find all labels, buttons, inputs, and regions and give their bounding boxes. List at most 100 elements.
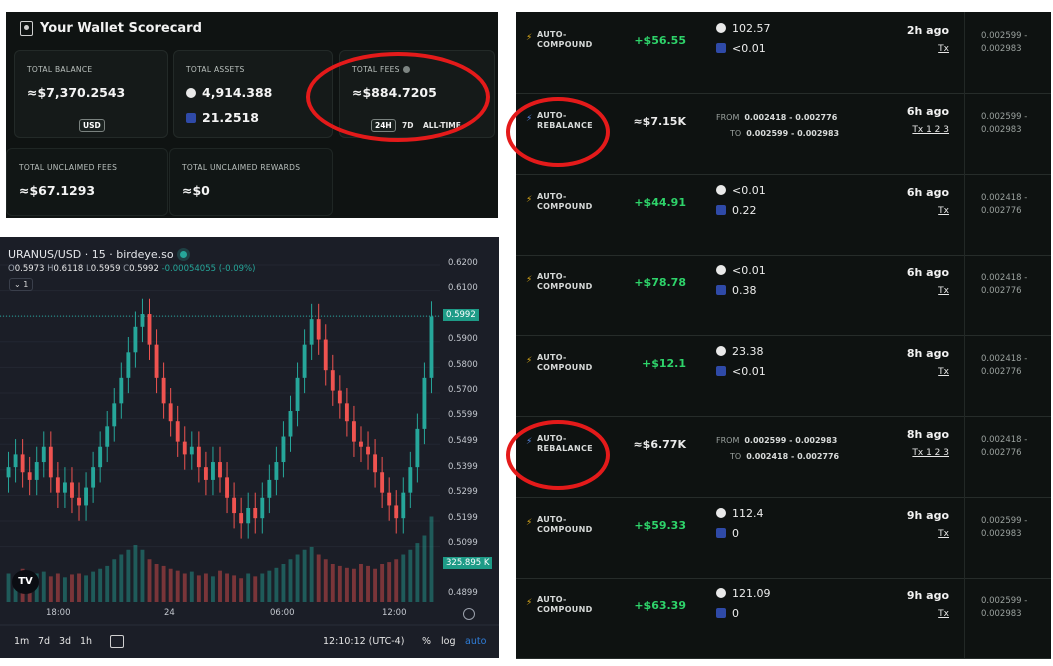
volume-bar (55, 573, 60, 602)
candle-body (133, 326, 138, 353)
volume-bar (196, 575, 201, 602)
candle-body (253, 507, 258, 519)
candle-body (394, 505, 399, 519)
volume-bar (316, 554, 321, 602)
range-from: FROM 0.002418 - 0.002776 (716, 113, 838, 122)
price-range: 0.002418 -0.002776 (981, 273, 1028, 296)
volume-bar (253, 576, 258, 602)
activity-row: ⚡ AUTO- COMPOUND +$78.78 <0.01 0.38 6h ago Tx 0… (516, 254, 1051, 336)
candle-body (295, 377, 300, 412)
token-amount-1: 23.38 (716, 345, 764, 358)
candle-body (323, 339, 328, 371)
activity-row: ⚡ AUTO- COMPOUND +$44.91 <0.01 0.22 6h ago Tx 0… (516, 174, 1051, 256)
tx-link[interactable]: Tx 1 2 3 (912, 448, 949, 458)
settings-gear-icon[interactable] (463, 608, 475, 620)
activity-type: AUTO- COMPOUND (537, 353, 593, 372)
highlight-ring (506, 420, 610, 490)
tx-link[interactable]: Tx (938, 609, 949, 619)
candle-body (105, 426, 110, 447)
token-blue-icon (186, 113, 196, 123)
candle-body (246, 507, 251, 524)
range-to: TO 0.002418 - 0.002776 (730, 452, 840, 461)
percent-toggle[interactable]: % (422, 636, 431, 647)
total-balance-label: TOTAL BALANCE (27, 65, 93, 74)
volume-bar (175, 570, 180, 602)
activity-amount: +$78.78 (634, 276, 686, 289)
timeframe-7d[interactable]: 7d (38, 636, 50, 647)
volume-bar (422, 535, 427, 602)
volume-bar (147, 559, 152, 602)
volume-toggle[interactable]: ⌄ 1 (9, 278, 34, 291)
y-tick: 0.6100 (448, 283, 478, 293)
activity-time: 6h ago (906, 266, 949, 279)
tx-link[interactable]: Tx (938, 286, 949, 296)
candle-body (147, 314, 152, 345)
price-chart[interactable]: URANUS/USD · 15 · birdeye.so O0.5973 H0.… (0, 237, 499, 658)
tx-link[interactable]: Tx (938, 529, 949, 539)
candle-body (20, 454, 25, 473)
column-divider (964, 335, 965, 416)
candle-body (98, 446, 103, 468)
compound-bolt-icon: ⚡ (526, 195, 533, 205)
timeframe-1m[interactable]: 1m (14, 636, 29, 647)
price-range: 0.002599 -0.002983 (981, 31, 1028, 54)
ohlc-readout: O0.5973 H0.6118 L0.5959 C0.5992 -0.00054… (8, 264, 256, 274)
unclaimed-fees-value: ≈$67.1293 (19, 183, 96, 198)
candle-body (41, 446, 46, 463)
activity-amount: +$56.55 (634, 34, 686, 47)
candle-body (34, 462, 39, 480)
candle-body (6, 467, 11, 478)
token-amount-1: <0.01 (716, 184, 766, 197)
compound-bolt-icon: ⚡ (526, 598, 533, 608)
volume-bar (91, 571, 96, 602)
token-blue-icon (716, 608, 726, 618)
candle-body (302, 344, 307, 378)
wallet-scorecard: Your Wallet Scorecard TOTAL BALANCE ≈$7,… (6, 12, 498, 218)
scorecard-title: Your Wallet Scorecard (40, 21, 202, 36)
tx-link[interactable]: Tx 1 2 3 (912, 125, 949, 135)
total-balance-value: ≈$7,370.2543 (27, 85, 126, 100)
volume-bar (84, 575, 89, 602)
volume-bar (408, 549, 413, 602)
candle-body (415, 428, 420, 468)
candle-body (267, 479, 272, 498)
candle-body (218, 462, 222, 478)
timeframe-3d[interactable]: 3d (59, 636, 71, 647)
activity-row: ⚡ AUTO- COMPOUND +$12.1 23.38 <0.01 8h ago Tx 0… (516, 335, 1051, 417)
unclaimed-rewards-label: TOTAL UNCLAIMED REWARDS (182, 163, 301, 172)
activity-amount: ≈$7.15K (633, 115, 686, 128)
volume-bar (373, 568, 378, 602)
volume-bar (119, 554, 124, 602)
token-amount-2: <0.01 (716, 42, 766, 55)
highlight-ring (306, 52, 490, 142)
volume-bar (380, 564, 385, 602)
volume-bar (288, 559, 293, 602)
activity-type: AUTO- COMPOUND (537, 30, 593, 49)
candle-body (112, 403, 117, 427)
volume-bar (281, 564, 286, 602)
calendar-icon[interactable] (110, 635, 124, 648)
token-amount-2: 0 (716, 527, 739, 540)
currency-toggle[interactable]: USD (79, 119, 105, 132)
activity-time: 8h ago (906, 428, 949, 441)
price-range: 0.002418 -0.002776 (981, 193, 1028, 216)
candles-canvas[interactable] (0, 237, 499, 658)
unclaimed-fees-label: TOTAL UNCLAIMED FEES (19, 163, 118, 172)
tx-link[interactable]: Tx (938, 367, 949, 377)
y-tick: 0.5700 (448, 385, 478, 395)
candle-body (422, 377, 427, 429)
tx-link[interactable]: Tx (938, 44, 949, 54)
candle-body (232, 497, 237, 514)
activity-list: ⚡ AUTO- COMPOUND +$56.55 102.57 <0.01 2h ago T… (506, 12, 1051, 659)
volume-bar (415, 543, 420, 602)
token-blue-icon (716, 285, 726, 295)
token-blue-icon (716, 528, 726, 538)
total-balance-card: TOTAL BALANCE ≈$7,370.2543 USD (14, 50, 168, 138)
candle-body (359, 441, 363, 447)
token-white-icon (716, 23, 726, 33)
log-toggle[interactable]: log (441, 636, 455, 647)
timeframe-1h[interactable]: 1h (80, 636, 92, 647)
candle-body (48, 446, 53, 478)
auto-toggle[interactable]: auto (465, 636, 486, 647)
tx-link[interactable]: Tx (938, 206, 949, 216)
